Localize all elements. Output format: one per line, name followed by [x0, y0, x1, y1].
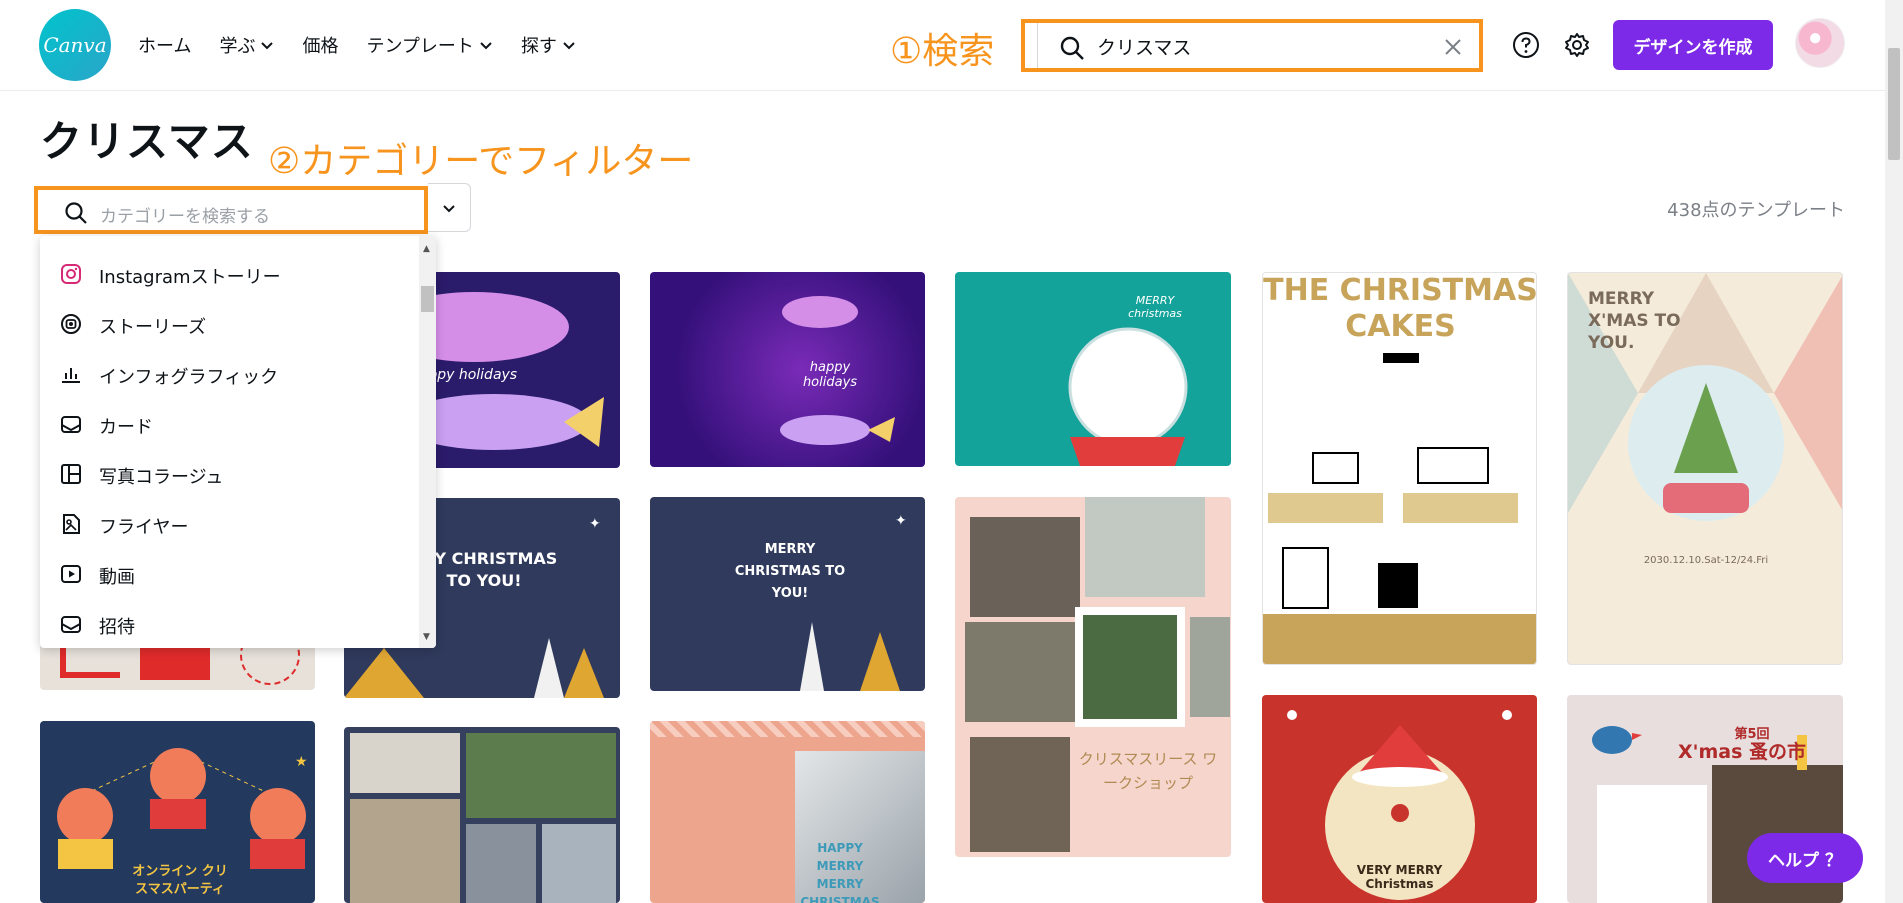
nav-pricing[interactable]: 価格	[302, 30, 338, 60]
create-design-button[interactable]: デザインを作成	[1613, 20, 1773, 70]
search-icon	[65, 202, 87, 224]
collage-icon	[61, 464, 81, 484]
category-item-flyer[interactable]: フライヤー	[40, 499, 416, 549]
nav-learn-label: 学ぶ	[219, 36, 256, 57]
template-card-wreath-workshop[interactable]: クリスマスリース ワークショップ	[955, 497, 1231, 857]
nav-home-label: ホーム	[138, 36, 192, 57]
page-scrollbar[interactable]	[1885, 0, 1903, 903]
category-item-card[interactable]: カード	[40, 399, 416, 449]
main-nav: ホーム 学ぶ 価格 テンプレート 探す	[138, 30, 604, 60]
category-label: 写真コラージュ	[99, 467, 224, 488]
category-label: インフォグラフィック	[99, 367, 279, 388]
gear-icon[interactable]	[1563, 31, 1591, 59]
category-item-instagram-stories[interactable]: Instagramストーリー	[40, 249, 416, 299]
template-card-merry-xmas-to-you[interactable]: MERRY X'MAS TO YOU. 2030.12.10.Sat-12/24…	[1567, 272, 1843, 665]
template-card-happy-merry-snow[interactable]: HAPPY MERRY MERRY CHRISTMAS	[650, 721, 925, 903]
chevron-down-icon	[443, 204, 455, 212]
card11-text: VERY MERRY Christmas	[1356, 863, 1443, 891]
category-label: Instagramストーリー	[99, 267, 281, 288]
search-value: クリスマス	[1097, 37, 1192, 59]
svg-text:✦: ✦	[895, 513, 907, 529]
snowglobe-illustration	[1068, 327, 1188, 466]
nav-home[interactable]: ホーム	[138, 30, 191, 60]
bar-chart-icon	[62, 368, 80, 383]
avatar[interactable]	[1795, 18, 1845, 68]
category-item-infographic[interactable]: インフォグラフィック	[40, 349, 416, 399]
template-count: 438点のテンプレート	[1667, 200, 1845, 221]
chevron-down-icon	[480, 42, 492, 50]
nav-explore[interactable]: 探す	[521, 30, 576, 60]
card8-title: クリスマスリース ワークショップ	[1078, 750, 1218, 792]
template-card-holiday-fish-2[interactable]: happy holidays	[650, 272, 925, 467]
svg-text:✦: ✦	[589, 516, 601, 532]
help-button[interactable]: ヘルプ ？	[1747, 833, 1863, 883]
card9-text: オンライン クリスマスパーティー	[132, 864, 228, 903]
card12-title: X'mas 蚤の市	[1677, 741, 1806, 763]
template-card-christmas-cakes[interactable]: THE CHRISTMAS CAKES	[1262, 272, 1537, 665]
category-label: 動画	[99, 567, 135, 588]
category-item-stories[interactable]: ストーリーズ	[40, 299, 416, 349]
category-item-photo-collage[interactable]: 写真コラージュ	[40, 449, 416, 499]
template-card-online-party[interactable]: ★ オンライン クリスマスパーティー	[40, 721, 315, 903]
nav-templates-label: テンプレート	[366, 36, 474, 57]
canva-logo[interactable]: Canva	[39, 9, 111, 81]
cake-illustration	[1263, 447, 1536, 664]
category-label: ストーリーズ	[99, 317, 207, 338]
nav-templates[interactable]: テンプレート	[366, 30, 492, 60]
annotation-filter: ②カテゴリーでフィルター	[268, 141, 694, 182]
category-search-input[interactable]: カテゴリーを検索する	[34, 186, 428, 234]
flyer-icon	[63, 514, 80, 534]
nav-learn[interactable]: 学ぶ	[219, 30, 274, 60]
card2-text: happy holidays	[802, 360, 858, 390]
help-circle-icon[interactable]	[1512, 31, 1540, 59]
instagram-icon	[61, 264, 81, 284]
template-card-merry-navy-2[interactable]: MERRY CHRISTMAS TO YOU! ✦	[650, 497, 925, 691]
fish-illustration	[780, 296, 895, 445]
svg-text:★: ★	[295, 754, 308, 770]
chevron-down-icon	[261, 42, 274, 50]
scroll-down-arrow-icon[interactable]: ▼	[423, 632, 430, 642]
tree-illustration: ✦	[800, 513, 907, 691]
card-envelope-icon	[61, 416, 81, 433]
video-icon	[61, 565, 81, 583]
template-card-very-merry[interactable]: VERY MERRY Christmas	[1262, 695, 1537, 903]
chevron-down-icon	[563, 42, 575, 50]
invite-envelope-icon	[61, 616, 81, 633]
template-card-merry-teal[interactable]: MERRY christmas	[955, 272, 1231, 466]
page-title: クリスマス	[40, 117, 254, 166]
top-header: Canva ホーム 学ぶ 価格 テンプレート 探す ①検索 クリスマス デザイン…	[0, 0, 1885, 91]
category-item-invitation[interactable]: 招待	[40, 599, 416, 648]
card10-text: HAPPY MERRY MERRY CHRISTMAS	[800, 841, 880, 903]
scroll-up-arrow-icon[interactable]: ▲	[423, 244, 430, 254]
card5-title: MERRY X'MAS TO YOU.	[1588, 289, 1681, 353]
category-item-video[interactable]: 動画	[40, 549, 416, 599]
category-label: 招待	[99, 617, 135, 638]
nav-pricing-label: 価格	[302, 36, 339, 57]
category-label: フライヤー	[99, 517, 189, 538]
scrollbar-thumb[interactable]	[1888, 48, 1900, 160]
template-card-photo-collage[interactable]	[344, 727, 620, 903]
dropdown-scrollbar[interactable]: ▲ ▼	[419, 236, 436, 648]
dropdown-scroll-thumb[interactable]	[421, 286, 434, 312]
stories-icon	[61, 314, 81, 334]
annotation-search: ①検索	[890, 31, 995, 72]
category-search-placeholder: カテゴリーを検索する	[100, 207, 270, 227]
search-input[interactable]: クリスマス	[1021, 19, 1483, 72]
search-icon	[1060, 36, 1084, 60]
close-icon[interactable]	[1441, 35, 1465, 59]
card5-date: 2030.12.10.Sat-12/24.Fri	[1643, 555, 1769, 566]
nav-explore-label: 探す	[520, 36, 557, 57]
filter-dropdown-toggle[interactable]	[428, 183, 471, 232]
category-dropdown: Instagramストーリー ストーリーズ インフォグラフィック カード 写真コ…	[40, 236, 436, 648]
category-label: カード	[99, 417, 153, 438]
